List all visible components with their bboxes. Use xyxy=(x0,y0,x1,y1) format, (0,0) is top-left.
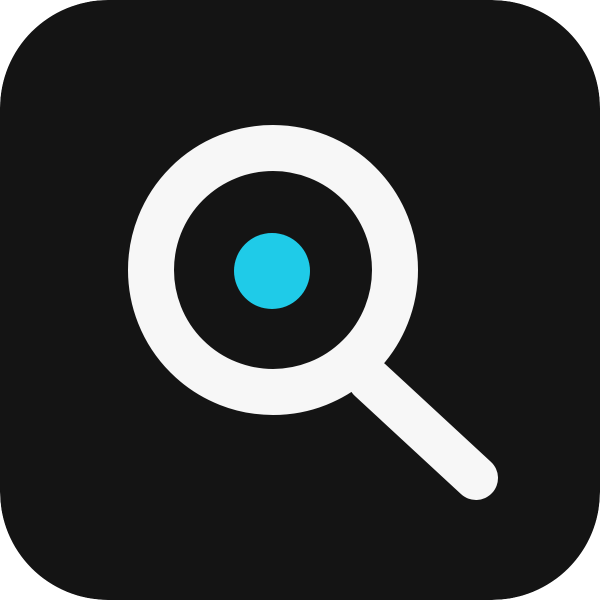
lens-dot xyxy=(234,233,310,309)
app-icon-graphic xyxy=(0,0,600,600)
icon-stage xyxy=(0,0,600,600)
search-app-icon[interactable] xyxy=(0,0,600,600)
icon-tile-background xyxy=(0,0,600,600)
